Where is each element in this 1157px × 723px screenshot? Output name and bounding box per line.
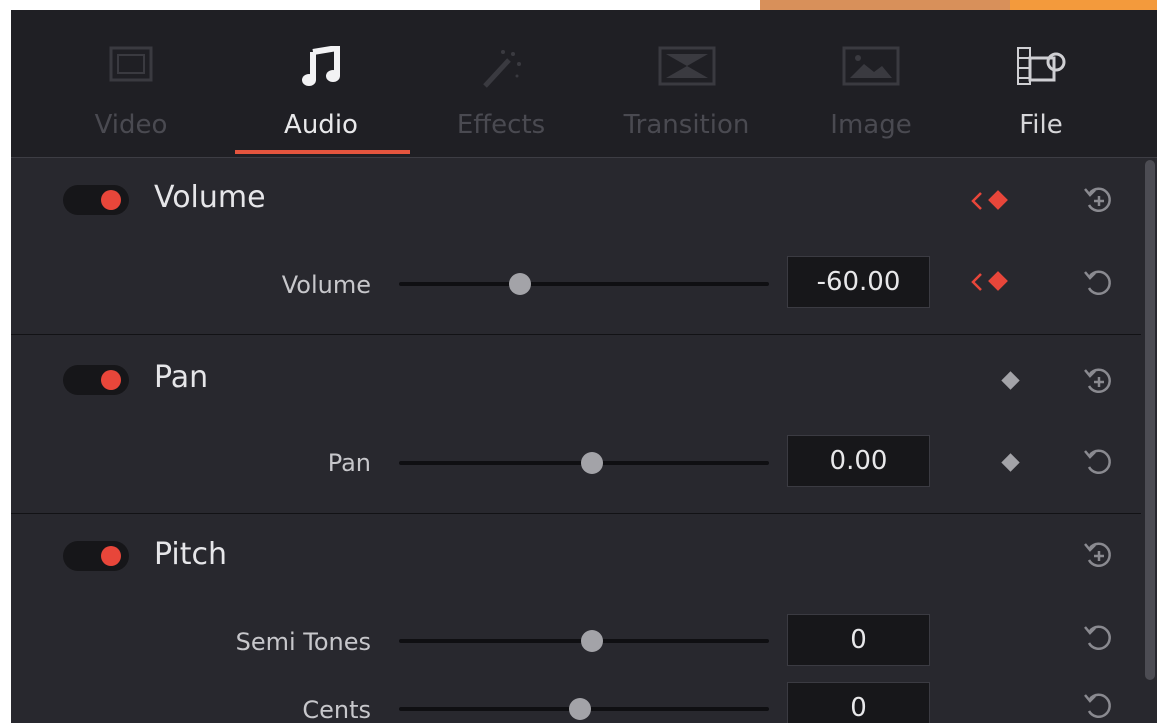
volume-param-label: Volume <box>281 271 371 299</box>
pitch-enable-toggle[interactable] <box>63 541 129 571</box>
keyframe-nav-icon[interactable] <box>969 269 1019 299</box>
pan-slider-knob[interactable] <box>581 452 603 474</box>
inspector-tab-bar: Video Audio Effects Transition Image Fil… <box>11 10 1157 158</box>
tab-transition-label: Transition <box>623 110 750 140</box>
reset-section-icon[interactable] <box>1082 365 1116 403</box>
volume-value-field[interactable]: -60.00 <box>787 256 930 308</box>
pan-section: Pan Pan 0.00 <box>11 335 1141 514</box>
volume-enable-toggle[interactable] <box>63 185 129 215</box>
music-note-icon <box>301 44 341 92</box>
tab-effects-label: Effects <box>456 110 546 140</box>
tab-transition[interactable]: Transition <box>599 10 774 157</box>
cents-slider-track[interactable] <box>399 698 769 720</box>
background-strip-orange <box>1010 0 1157 10</box>
volume-slider-track[interactable] <box>399 273 769 295</box>
semi-tones-slider-knob[interactable] <box>581 630 603 652</box>
tab-video-label: Video <box>94 110 168 140</box>
pan-value-field[interactable]: 0.00 <box>787 435 930 487</box>
volume-section: Volume Volume -60.00 <box>11 158 1141 335</box>
section-title: Volume <box>154 180 266 215</box>
panel-scrollbar[interactable] <box>1145 160 1155 680</box>
image-icon <box>842 46 900 90</box>
tab-video[interactable]: Video <box>66 10 196 157</box>
transition-icon <box>658 46 716 90</box>
keyframe-icon[interactable] <box>999 369 1023 397</box>
tab-effects[interactable]: Effects <box>436 10 566 157</box>
semi-tones-param-label: Semi Tones <box>235 628 371 656</box>
reset-section-icon[interactable] <box>1082 539 1116 577</box>
pan-param-label: Pan <box>327 449 371 477</box>
pitch-section: Pitch Semi Tones 0 Cents 0 <box>11 514 1141 723</box>
tab-image-label: Image <box>830 110 912 140</box>
tab-audio-label: Audio <box>284 110 358 140</box>
pan-slider-track[interactable] <box>399 452 769 474</box>
tab-image[interactable]: Image <box>806 10 936 157</box>
reset-param-icon[interactable] <box>1082 622 1116 660</box>
active-tab-indicator <box>235 150 410 154</box>
section-title: Pan <box>154 360 209 395</box>
tab-file[interactable]: File <box>981 10 1101 157</box>
cents-value-field[interactable]: 0 <box>787 682 930 723</box>
reset-param-icon[interactable] <box>1082 446 1116 484</box>
reset-param-icon[interactable] <box>1082 690 1116 723</box>
film-camera-icon <box>1016 46 1066 92</box>
inspector-panel: Video Audio Effects Transition Image Fil… <box>11 10 1157 723</box>
pan-enable-toggle[interactable] <box>63 365 129 395</box>
keyframe-nav-icon[interactable] <box>969 188 1019 218</box>
keyframe-icon[interactable] <box>999 451 1023 479</box>
video-icon <box>109 46 153 86</box>
section-title: Pitch <box>154 537 228 572</box>
background-strip-brown <box>760 0 1010 10</box>
tab-file-label: File <box>1019 110 1063 140</box>
semi-tones-value-field[interactable]: 0 <box>787 614 930 666</box>
magic-wand-icon <box>479 46 523 94</box>
reset-param-icon[interactable] <box>1082 267 1116 305</box>
reset-section-icon[interactable] <box>1082 184 1116 222</box>
tab-audio[interactable]: Audio <box>251 10 391 157</box>
semi-tones-slider-track[interactable] <box>399 630 769 652</box>
cents-param-label: Cents <box>302 696 371 723</box>
volume-slider-knob[interactable] <box>509 273 531 295</box>
cents-slider-knob[interactable] <box>569 698 591 720</box>
